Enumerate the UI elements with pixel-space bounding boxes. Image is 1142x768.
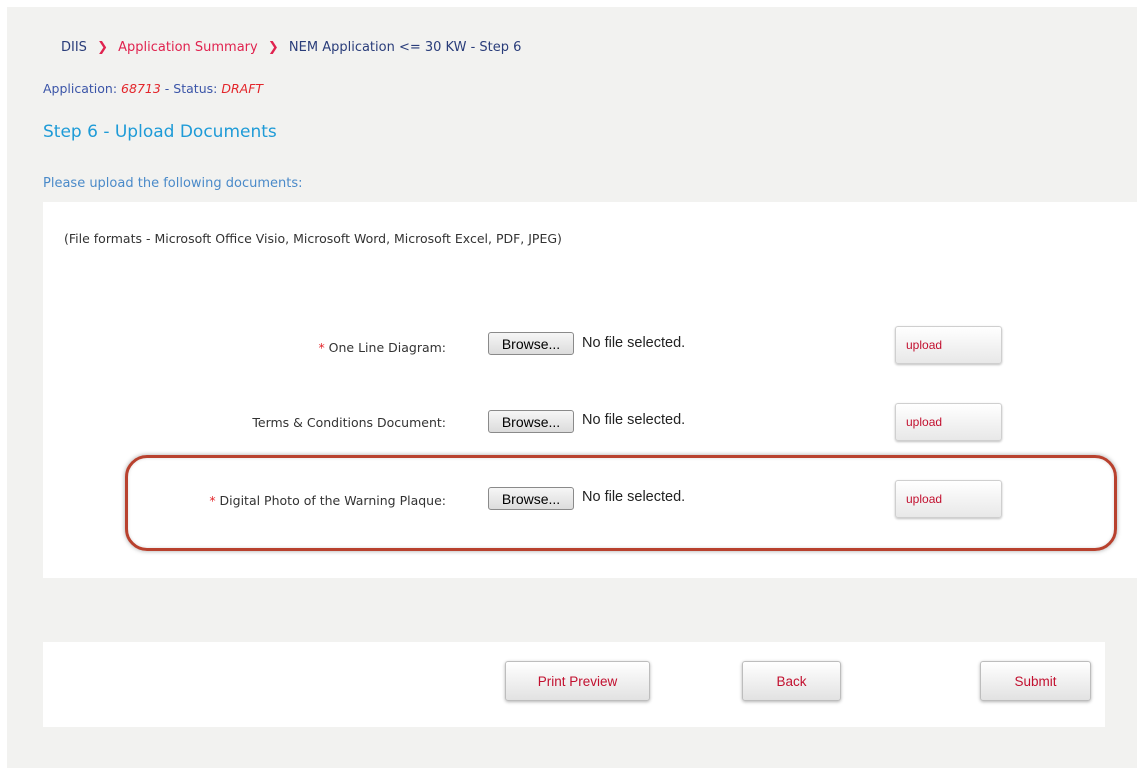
one-line-diagram-upload-button[interactable]: upload [895,326,1002,364]
instruction-text: Please upload the following documents: [43,176,303,191]
required-marker: * [209,493,216,508]
page-title: Step 6 - Upload Documents [43,122,277,142]
breadcrumb: DIIS ❯ Application Summary ❯ NEM Applica… [61,40,521,55]
terms-conditions-label: Terms & Conditions Document: [46,415,446,430]
one-line-diagram-browse-button[interactable]: Browse... [488,332,574,355]
warning-plaque-label: * Digital Photo of the Warning Plaque: [46,493,446,508]
breadcrumb-root-link[interactable]: DIIS [61,40,87,55]
print-preview-button[interactable]: Print Preview [505,661,650,701]
terms-conditions-upload-button[interactable]: upload [895,403,1002,441]
warning-plaque-upload-button[interactable]: upload [895,480,1002,518]
required-marker: * [318,340,325,355]
application-label: Application: [43,81,118,96]
application-number: 68713 [121,81,161,96]
terms-conditions-browse-button[interactable]: Browse... [488,410,574,433]
warning-plaque-file-status: No file selected. [582,489,686,505]
back-button[interactable]: Back [742,661,841,701]
one-line-diagram-file-status: No file selected. [582,335,686,351]
file-formats-note: (File formats - Microsoft Office Visio, … [64,231,562,246]
breadcrumb-current: NEM Application <= 30 KW - Step 6 [288,40,522,55]
submit-button[interactable]: Submit [980,661,1091,701]
breadcrumb-separator-icon: ❯ [267,40,279,55]
warning-plaque-browse-button[interactable]: Browse... [488,487,574,510]
one-line-diagram-label: * One Line Diagram: [46,340,446,355]
terms-conditions-file-status: No file selected. [582,412,686,428]
application-info: Application: 68713 - Status: DRAFT [43,81,263,96]
breadcrumb-separator-icon: ❯ [97,40,108,55]
status-value: DRAFT [221,81,264,96]
status-label: Status: [173,81,218,96]
document-label-text: Terms & Conditions Document: [252,415,446,430]
breadcrumb-summary-link[interactable]: Application Summary [118,40,258,55]
document-label-text: Digital Photo of the Warning Plaque: [219,493,446,508]
application-dash: - [164,81,170,96]
document-label-text: One Line Diagram: [328,340,446,355]
